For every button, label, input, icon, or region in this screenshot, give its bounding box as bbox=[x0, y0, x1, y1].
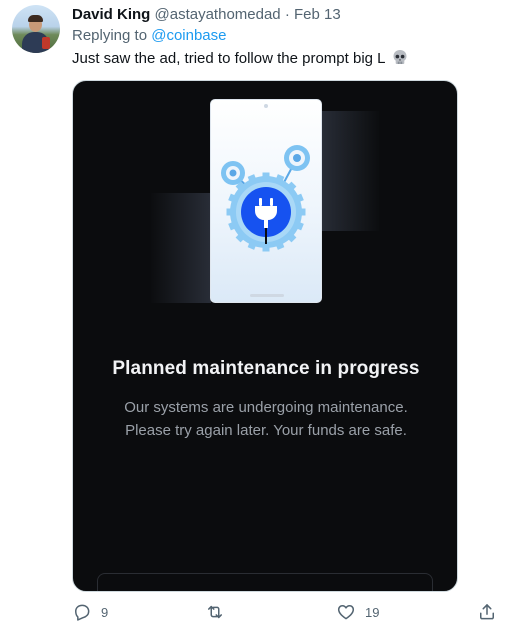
phone-illustration bbox=[210, 99, 322, 303]
tweet-date[interactable]: Feb 13 bbox=[294, 6, 341, 23]
separator: · bbox=[284, 6, 290, 23]
retweet-button[interactable] bbox=[205, 602, 234, 622]
gear-tooth bbox=[298, 208, 306, 216]
author-handle[interactable]: @astayathomedad bbox=[155, 6, 281, 23]
plug-gear-icon bbox=[221, 145, 310, 252]
author-name[interactable]: David King bbox=[72, 6, 150, 23]
tweet-media-image[interactable]: Planned maintenance in progress Our syst… bbox=[72, 80, 458, 592]
maintenance-subtext: Our systems are undergoing maintenance. … bbox=[73, 396, 457, 442]
tweet-actions: 9 19 bbox=[72, 602, 512, 624]
tweet[interactable]: David King @astayathomedad · Feb 13 Repl… bbox=[0, 0, 525, 627]
avatar[interactable] bbox=[12, 5, 60, 53]
like-count: 19 bbox=[365, 604, 380, 620]
phone-home-bar bbox=[250, 294, 284, 297]
mention-link[interactable]: @coinbase bbox=[151, 27, 226, 44]
tweet-text-container: Just saw the ad, tried to follow the pro… bbox=[72, 49, 408, 71]
subtext-line-1: Our systems are undergoing maintenance. bbox=[124, 399, 408, 416]
like-button[interactable]: 19 bbox=[336, 602, 379, 622]
share-button[interactable] bbox=[477, 602, 506, 622]
reply-icon bbox=[75, 604, 90, 621]
background-glow bbox=[151, 193, 211, 303]
avatar-hair bbox=[28, 15, 43, 22]
subtext-line-2: Please try again later. Your funds are s… bbox=[125, 422, 407, 439]
avatar-detail bbox=[42, 37, 50, 49]
gear-tooth bbox=[262, 244, 270, 252]
retweet-icon bbox=[208, 605, 222, 619]
skull-icon bbox=[392, 49, 408, 71]
gear-tooth bbox=[226, 208, 234, 216]
gear-tooth bbox=[262, 172, 270, 180]
replying-prefix: Replying to bbox=[72, 27, 148, 44]
bottom-card-edge bbox=[97, 573, 433, 591]
tweet-header: David King @astayathomedad · Feb 13 bbox=[72, 6, 341, 24]
reply-button[interactable]: 9 bbox=[72, 602, 108, 622]
maintenance-headline: Planned maintenance in progress bbox=[112, 358, 420, 379]
replying-to: Replying to @coinbase bbox=[72, 27, 227, 45]
heart-icon bbox=[337, 605, 355, 620]
share-icon bbox=[480, 604, 494, 620]
reply-count: 9 bbox=[101, 604, 109, 620]
tweet-text: Just saw the ad, tried to follow the pro… bbox=[72, 50, 385, 67]
